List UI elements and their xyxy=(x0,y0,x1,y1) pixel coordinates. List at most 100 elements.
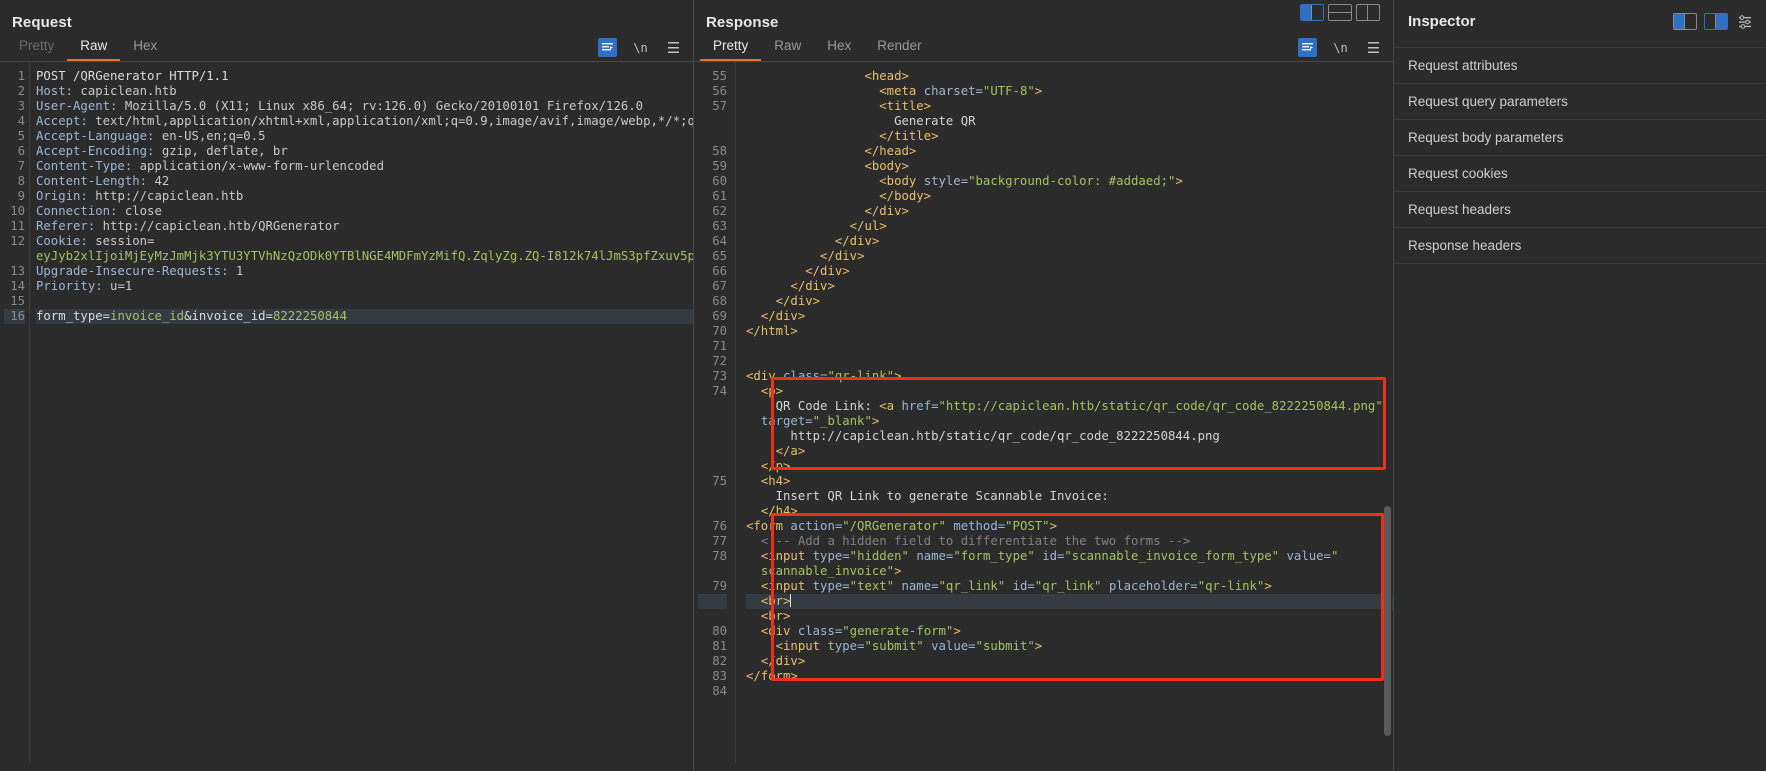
code-line[interactable]: </div> xyxy=(746,249,1393,264)
code-line[interactable]: target="_blank"> xyxy=(746,414,1393,429)
code-line[interactable] xyxy=(746,684,1393,699)
code-line[interactable]: <body style="background-color: #addaed;"… xyxy=(746,174,1393,189)
response-scrollbar[interactable] xyxy=(1383,66,1392,755)
tab-response-pretty[interactable]: Pretty xyxy=(700,35,762,61)
code-line[interactable]: </div> xyxy=(746,654,1393,669)
code-line[interactable]: Cookie: session= xyxy=(36,234,693,249)
line-number: 7 xyxy=(17,159,25,173)
tab-request-pretty[interactable]: Pretty xyxy=(6,35,67,61)
code-line[interactable]: eyJyb2xlIjoiMjEyMzJmMjk3YTU3YTVhNzQzODk0… xyxy=(36,249,693,264)
layout-stacked-icon[interactable] xyxy=(1328,4,1352,21)
code-line[interactable]: <br> xyxy=(746,609,1393,624)
response-editor[interactable]: 55 56 57 58 59 60 61 62 63 64 65 66 67 68 69 70 71 72 73 74… xyxy=(694,62,1393,762)
code-line[interactable]: Insert QR Link to generate Scannable Inv… xyxy=(746,489,1393,504)
code-line[interactable]: <input type="hidden" name="form_type" id… xyxy=(746,549,1393,564)
inspector-section-request-query-parameters[interactable]: Request query parameters xyxy=(1394,84,1766,120)
code-line[interactable]: Accept-Encoding: gzip, deflate, br xyxy=(36,144,693,159)
menu-icon[interactable]: ☰ xyxy=(1364,38,1383,57)
code-line[interactable]: </div> xyxy=(746,309,1393,324)
code-token: "generate-form" xyxy=(842,624,954,638)
code-line[interactable]: POST /QRGenerator HTTP/1.1 xyxy=(36,69,693,84)
request-code[interactable]: POST /QRGenerator HTTP/1.1 Host: capiclea… xyxy=(30,62,693,762)
inspector-section-response-headers[interactable]: Response headers xyxy=(1394,228,1766,264)
menu-icon[interactable]: ☰ xyxy=(664,38,683,57)
code-line[interactable]: QR Code Link: <a href="http://capiclean.… xyxy=(746,399,1393,414)
response-code[interactable]: <head> <meta charset="UTF-8"> <title> Ge… xyxy=(736,62,1393,762)
code-line[interactable]: </ul> xyxy=(746,219,1393,234)
code-line[interactable]: <p> xyxy=(746,384,1393,399)
code-line[interactable]: </div> xyxy=(746,279,1393,294)
response-scrollbar-thumb[interactable] xyxy=(1384,506,1391,736)
tab-response-raw[interactable]: Raw xyxy=(761,35,814,61)
layout-side-by-side-icon[interactable] xyxy=(1300,4,1324,21)
code-line[interactable]: Accept: text/html,application/xhtml+xml,… xyxy=(36,114,693,129)
layout-vertical-split-icon[interactable] xyxy=(1673,13,1697,30)
code-line[interactable]: Priority: u=1 xyxy=(36,279,693,294)
code-line[interactable] xyxy=(746,339,1393,354)
code-line[interactable]: <br> xyxy=(746,594,1393,609)
code-line[interactable]: <input type="submit" value="submit"> xyxy=(746,639,1393,654)
inspector-section-request-body-parameters[interactable]: Request body parameters xyxy=(1394,120,1766,156)
inspector-section-request-attributes[interactable]: Request attributes xyxy=(1394,47,1766,84)
code-line[interactable]: <body> xyxy=(746,159,1393,174)
code-line[interactable]: Accept-Language: en-US,en;q=0.5 xyxy=(36,129,693,144)
code-line[interactable]: </h4> xyxy=(746,504,1393,519)
code-line[interactable]: scannable_invoice"> xyxy=(746,564,1393,579)
code-line[interactable]: form_type=invoice_id&invoice_id=82222508… xyxy=(36,309,693,324)
code-line[interactable]: Referer: http://capiclean.htb/QRGenerato… xyxy=(36,219,693,234)
code-line[interactable]: Content-Length: 42 xyxy=(36,174,693,189)
code-line[interactable]: <head> xyxy=(746,69,1393,84)
code-token: <!-- Add a hidden field to differentiate… xyxy=(760,534,1191,548)
inspector-options-icon[interactable] xyxy=(1735,12,1754,31)
code-line[interactable]: Origin: http://capiclean.htb xyxy=(36,189,693,204)
line-number: 64 xyxy=(712,234,727,248)
code-line[interactable]: <!-- Add a hidden field to differentiate… xyxy=(746,534,1393,549)
code-line[interactable]: Content-Type: application/x-www-form-url… xyxy=(36,159,693,174)
code-token: target= xyxy=(760,414,813,428)
tab-request-raw[interactable]: Raw xyxy=(67,35,121,61)
inspector-section-request-headers[interactable]: Request headers xyxy=(1394,192,1766,228)
layout-tabbed-icon[interactable] xyxy=(1356,4,1380,21)
code-line[interactable]: </body> xyxy=(746,189,1393,204)
code-line[interactable]: Upgrade-Insecure-Requests: 1 xyxy=(36,264,693,279)
inspector-section-request-cookies[interactable]: Request cookies xyxy=(1394,156,1766,192)
code-line[interactable] xyxy=(36,294,693,309)
code-line[interactable]: <div class="generate-form"> xyxy=(746,624,1393,639)
code-line[interactable]: </form> xyxy=(746,669,1393,684)
layout-horizontal-split-icon[interactable] xyxy=(1704,13,1728,30)
code-line[interactable]: </div> xyxy=(746,204,1393,219)
newline-toggle-icon[interactable]: \n xyxy=(1331,38,1350,57)
format-icon[interactable] xyxy=(1298,38,1317,57)
newline-toggle-icon[interactable]: \n xyxy=(631,38,650,57)
code-line[interactable]: <title> xyxy=(746,99,1393,114)
code-line[interactable]: <form action="/QRGenerator" method="POST… xyxy=(746,519,1393,534)
code-line[interactable]: <input type="text" name="qr_link" id="qr… xyxy=(746,579,1393,594)
tab-response-hex[interactable]: Hex xyxy=(814,35,864,61)
code-line[interactable]: Connection: close xyxy=(36,204,693,219)
code-token: </ul> xyxy=(849,219,887,233)
code-line[interactable]: </a> xyxy=(746,444,1393,459)
code-line[interactable]: </div> xyxy=(746,264,1393,279)
code-line[interactable]: http://capiclean.htb/static/qr_code/qr_c… xyxy=(746,429,1393,444)
code-line[interactable]: <div class="qr-link"> xyxy=(746,369,1393,384)
code-line[interactable]: </div> xyxy=(746,234,1393,249)
code-line[interactable] xyxy=(746,354,1393,369)
code-line[interactable]: </div> xyxy=(746,294,1393,309)
code-line[interactable]: </title> xyxy=(746,129,1393,144)
code-token: " xyxy=(1330,549,1339,563)
code-line[interactable]: Host: capiclean.htb xyxy=(36,84,693,99)
code-line[interactable]: </p> xyxy=(746,459,1393,474)
code-token: "_blank" xyxy=(812,414,872,428)
tab-request-hex[interactable]: Hex xyxy=(120,35,170,61)
code-line[interactable]: <meta charset="UTF-8"> xyxy=(746,84,1393,99)
code-line[interactable]: User-Agent: Mozilla/5.0 (X11; Linux x86_… xyxy=(36,99,693,114)
format-icon[interactable] xyxy=(598,38,617,57)
request-editor[interactable]: 1 2 3 4 5 6 7 8 9 10 11 12 13 14 15 16 POST /QRGenerato… xyxy=(0,62,693,762)
code-line[interactable]: Generate QR xyxy=(746,114,1393,129)
code-token: > xyxy=(1049,519,1057,533)
code-line[interactable]: </html> xyxy=(746,324,1393,339)
code-line[interactable]: <h4> xyxy=(746,474,1393,489)
tab-response-render[interactable]: Render xyxy=(864,35,934,61)
code-line[interactable]: </head> xyxy=(746,144,1393,159)
